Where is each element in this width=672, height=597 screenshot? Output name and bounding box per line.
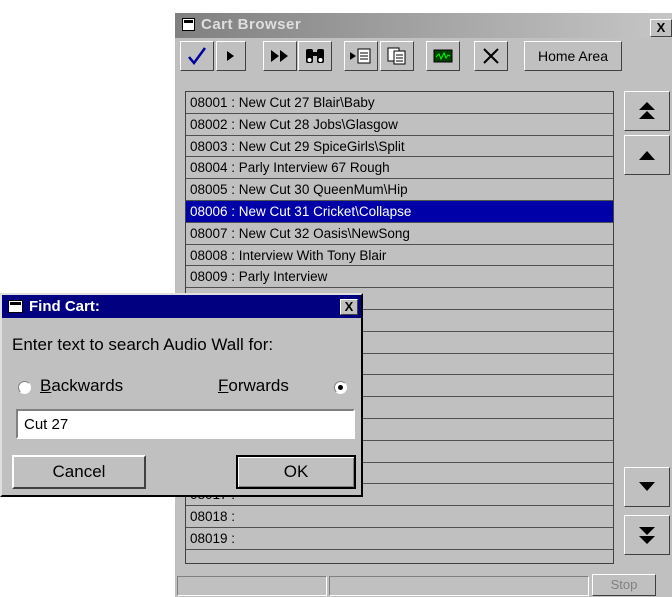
stop-button[interactable]: Stop — [592, 574, 656, 596]
backwards-label-text: Backwards — [40, 376, 124, 395]
copy-icon — [387, 47, 406, 65]
cart-browser-close-button[interactable]: X — [650, 19, 672, 37]
insert-icon — [350, 48, 371, 64]
status-pane-middle — [329, 576, 589, 596]
delete-button[interactable] — [474, 41, 508, 71]
forwards-radio[interactable] — [334, 381, 347, 394]
cart-row[interactable]: 08008 : Interview With Tony Blair — [186, 245, 613, 267]
fast-forward-icon — [271, 50, 288, 62]
fast-forward-button[interactable] — [263, 41, 297, 71]
window-icon — [8, 300, 23, 313]
find-cart-close-button[interactable]: X — [340, 299, 358, 315]
search-prompt-label: Enter text to search Audio Wall for: — [12, 335, 274, 354]
insert-button[interactable] — [344, 41, 378, 71]
backwards-label[interactable]: Backwards — [40, 376, 123, 396]
play-button[interactable] — [216, 41, 246, 71]
cancel-button[interactable]: Cancel — [12, 455, 146, 489]
waveform-button[interactable] — [426, 41, 460, 71]
find-cart-dialog: Find Cart: X Enter text to search Audio … — [0, 293, 363, 497]
find-button[interactable] — [298, 41, 332, 71]
cart-row[interactable]: 08001 : New Cut 27 Blair\Baby — [186, 92, 613, 114]
cart-row[interactable]: 08003 : New Cut 29 SpiceGirls\Split — [186, 136, 613, 158]
window-icon — [182, 18, 195, 31]
check-button[interactable] — [180, 41, 214, 71]
waveform-icon — [433, 49, 453, 63]
forwards-label[interactable]: Forwards — [218, 376, 289, 396]
home-area-button[interactable]: Home Area — [524, 41, 622, 71]
search-input[interactable] — [16, 409, 355, 439]
up-arrow-icon — [639, 151, 655, 160]
scroll-down-button[interactable] — [624, 467, 670, 507]
double-up-arrow-icon — [639, 102, 655, 119]
copy-button[interactable] — [380, 41, 414, 71]
cart-row[interactable]: 08007 : New Cut 32 Oasis\NewSong — [186, 223, 613, 245]
cart-row[interactable]: 08009 : Parly Interview — [186, 266, 613, 289]
double-down-arrow-icon — [639, 527, 655, 544]
play-icon — [227, 51, 234, 61]
binoculars-icon — [306, 49, 324, 63]
status-pane-left — [177, 576, 327, 596]
cart-browser-title: Cart Browser — [201, 16, 302, 33]
cart-row[interactable]: 08005 : New Cut 30 QueenMum\Hip — [186, 179, 613, 201]
ok-button[interactable]: OK — [236, 455, 356, 489]
backwards-radio[interactable] — [18, 381, 31, 394]
scroll-bottom-button[interactable] — [624, 515, 670, 555]
cart-row[interactable]: 08004 : Parly Interview 67 Rough — [186, 157, 613, 180]
delete-icon — [483, 48, 499, 64]
find-cart-titlebar[interactable]: Find Cart: X — [2, 295, 361, 318]
find-cart-title: Find Cart: — [29, 298, 100, 315]
down-arrow-icon — [639, 482, 655, 491]
cart-row[interactable]: 08018 : — [186, 506, 613, 528]
cart-row[interactable]: 08019 : — [186, 528, 613, 550]
cart-browser-titlebar[interactable]: Cart Browser X — [175, 13, 672, 38]
scroll-up-button[interactable] — [624, 135, 670, 175]
check-icon — [188, 47, 207, 66]
scroll-top-button[interactable] — [624, 91, 670, 131]
cart-row[interactable]: 08006 : New Cut 31 Cricket\Collapse — [186, 200, 613, 223]
scroll-controls — [620, 91, 672, 564]
cart-row[interactable]: 08002 : New Cut 28 Jobs\Glasgow — [186, 114, 613, 136]
forwards-label-text: Forwards — [218, 376, 289, 395]
